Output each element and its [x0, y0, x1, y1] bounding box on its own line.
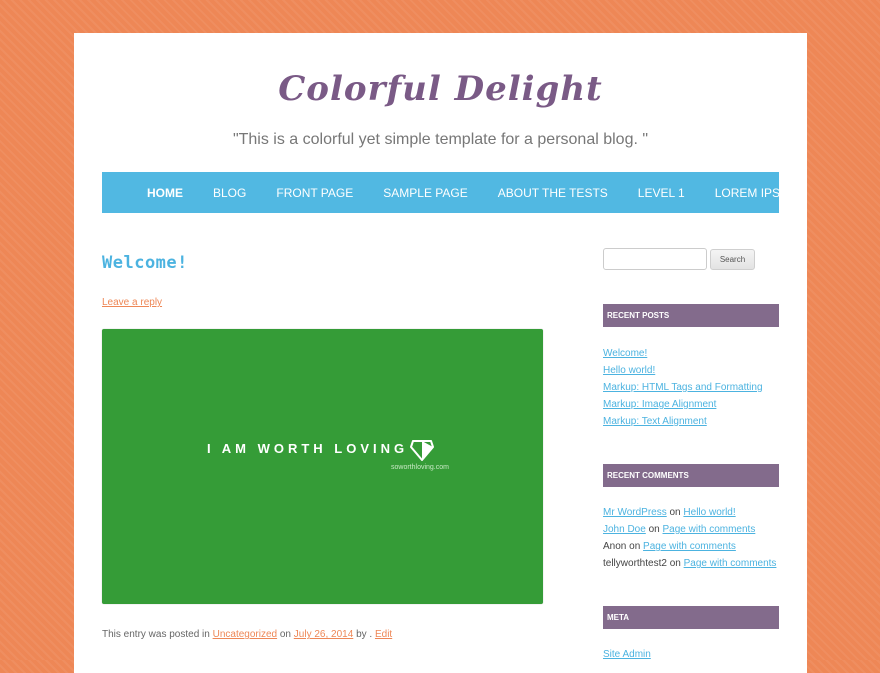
list-item: Mr WordPress on Hello world! [603, 504, 779, 521]
category-link[interactable]: Uncategorized [213, 629, 277, 640]
comment-on: on [629, 541, 641, 552]
site-title[interactable]: Colorful Delight [74, 69, 807, 109]
list-item: Markup: HTML Tags and Formatting [603, 379, 779, 396]
comment-post-link[interactable]: Page with comments [684, 558, 777, 569]
main-navigation: HOME BLOG FRONT PAGE SAMPLE PAGE ABOUT T… [102, 172, 799, 213]
list-item: John Doe on Page with comments [603, 521, 779, 538]
nav-item-home[interactable]: HOME [102, 186, 198, 200]
page-container: Colorful Delight "This is a colorful yet… [74, 33, 807, 673]
meta-list: Site Admin [603, 646, 779, 663]
list-item: Welcome! [603, 345, 779, 362]
site-description: "This is a colorful yet simple template … [232, 131, 649, 148]
meta-on: on [279, 629, 291, 640]
comment-post-link[interactable]: Hello world! [683, 507, 735, 518]
recent-posts-heading: RECENT POSTS [603, 304, 779, 327]
comment-author-link[interactable]: John Doe [603, 524, 646, 535]
nav-item-about-the-tests[interactable]: ABOUT THE TESTS [483, 186, 623, 200]
recent-post-link[interactable]: Hello world! [603, 365, 655, 376]
nav-item-sample-page[interactable]: SAMPLE PAGE [368, 186, 482, 200]
list-item: tellyworthtest2 on Page with comments [603, 555, 779, 572]
list-item: Markup: Image Alignment [603, 396, 779, 413]
recent-comments-heading: RECENT COMMENTS [603, 464, 779, 487]
comment-author: tellyworthtest2 [603, 558, 667, 569]
search-button[interactable]: Search [710, 249, 755, 270]
list-item: Hello world! [603, 362, 779, 379]
comment-post-link[interactable]: Page with comments [643, 541, 736, 552]
recent-post-link[interactable]: Markup: HTML Tags and Formatting [603, 382, 763, 393]
comment-on: on [669, 507, 681, 518]
date-link[interactable]: July 26, 2014 [294, 629, 354, 640]
recent-post-link[interactable]: Markup: Image Alignment [603, 399, 716, 410]
leave-reply-link[interactable]: Leave a reply [102, 297, 162, 308]
list-item: Site Admin [603, 646, 779, 663]
featured-image-subtext: soworthloving.com [391, 464, 449, 471]
main-content: Welcome! Leave a reply I AM WORTH LOVING… [102, 251, 544, 640]
comment-post-link[interactable]: Page with comments [663, 524, 756, 535]
edit-link[interactable]: Edit [375, 629, 392, 640]
nav-item-level-1[interactable]: LEVEL 1 [623, 186, 700, 200]
search-input[interactable] [603, 248, 707, 270]
nav-item-front-page[interactable]: FRONT PAGE [261, 186, 368, 200]
meta-heading: META [603, 606, 779, 629]
comment-on: on [648, 524, 660, 535]
recent-comments-list: Mr WordPress on Hello world! John Doe on… [603, 504, 779, 572]
recent-post-link[interactable]: Welcome! [603, 348, 647, 359]
comment-on: on [669, 558, 681, 569]
meta-by: by . [356, 629, 373, 640]
list-item: Anon on Page with comments [603, 538, 779, 555]
nav-item-lorem-ipsum[interactable]: LOREM IPSUM [700, 186, 814, 200]
featured-image: I AM WORTH LOVING soworthloving.com [102, 329, 543, 604]
nav-item-blog[interactable]: BLOG [198, 186, 261, 200]
list-item: Markup: Text Alignment [603, 413, 779, 430]
comment-author-link[interactable]: Mr WordPress [603, 507, 667, 518]
entry-meta: This entry was posted in Uncategorized o… [102, 629, 392, 640]
featured-image-text: I AM WORTH LOVING [207, 441, 409, 456]
comment-author: Anon [603, 541, 627, 552]
meta-prefix: This entry was posted in [102, 629, 210, 640]
recent-posts-list: Welcome! Hello world! Markup: HTML Tags … [603, 345, 779, 430]
diamond-icon [410, 440, 434, 461]
site-admin-link[interactable]: Site Admin [603, 649, 651, 660]
recent-post-link[interactable]: Markup: Text Alignment [603, 416, 707, 427]
entry-title[interactable]: Welcome! [102, 251, 544, 275]
